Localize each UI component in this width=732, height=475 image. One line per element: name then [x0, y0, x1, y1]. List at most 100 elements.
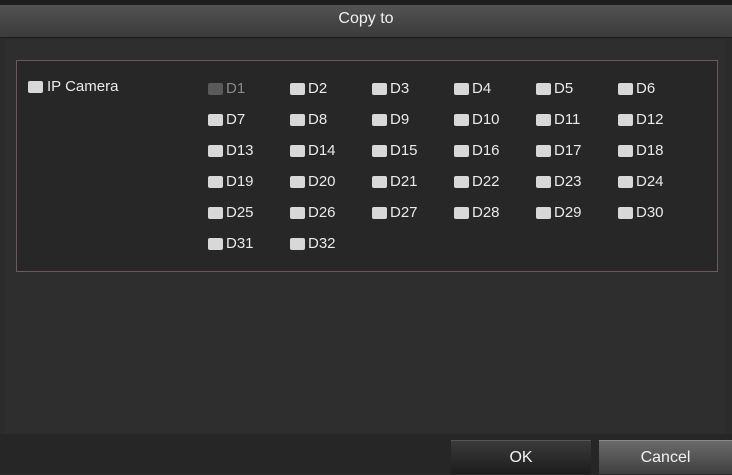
ip-camera-checkbox-box[interactable] — [28, 81, 43, 94]
channel-checkbox-box[interactable] — [536, 83, 551, 96]
dialog-title: Copy to — [338, 10, 394, 27]
channel-checkbox-d16[interactable]: D16 — [454, 142, 534, 162]
channel-checkbox-box[interactable] — [618, 114, 633, 127]
channel-label: D12 — [636, 111, 664, 128]
channel-label: D27 — [390, 204, 418, 221]
channel-label: D19 — [226, 173, 254, 190]
channel-checkbox-box[interactable] — [290, 207, 305, 220]
channel-checkbox-d18[interactable]: D18 — [618, 142, 698, 162]
channel-checkbox-box[interactable] — [536, 176, 551, 189]
channel-checkbox-d31[interactable]: D31 — [208, 235, 288, 255]
channel-checkbox-box[interactable] — [454, 176, 469, 189]
channel-label: D23 — [554, 173, 582, 190]
channel-checkbox-box[interactable] — [454, 114, 469, 127]
channel-checkbox-d26[interactable]: D26 — [290, 204, 370, 224]
channel-checkbox-d9[interactable]: D9 — [372, 111, 452, 131]
channel-checkbox-d21[interactable]: D21 — [372, 173, 452, 193]
channel-label: D24 — [636, 173, 664, 190]
channel-checkbox-d12[interactable]: D12 — [618, 111, 698, 131]
channel-checkbox-box[interactable] — [372, 145, 387, 158]
channel-checkbox-d27[interactable]: D27 — [372, 204, 452, 224]
channel-checkbox-box[interactable] — [208, 145, 223, 158]
channel-checkbox-box[interactable] — [372, 207, 387, 220]
channel-label: D29 — [554, 204, 582, 221]
channel-checkbox-d22[interactable]: D22 — [454, 173, 534, 193]
channel-checkbox-box[interactable] — [208, 114, 223, 127]
channel-label: D14 — [308, 142, 336, 159]
channel-checkbox-box[interactable] — [290, 114, 305, 127]
channel-checkbox-box[interactable] — [290, 83, 305, 96]
channel-checkbox-box — [208, 83, 223, 96]
channel-label: D18 — [636, 142, 664, 159]
channel-label: D17 — [554, 142, 582, 159]
channel-label: D26 — [308, 204, 336, 221]
channel-checkbox-box[interactable] — [454, 145, 469, 158]
channel-checkbox-d30[interactable]: D30 — [618, 204, 698, 224]
channel-checkbox-box[interactable] — [618, 83, 633, 96]
channel-checkbox-d1: D1 — [208, 80, 288, 100]
dialog-titlebar: Copy to — [0, 0, 732, 38]
channel-label: D25 — [226, 204, 254, 221]
channel-checkbox-box[interactable] — [208, 176, 223, 189]
channel-checkbox-d6[interactable]: D6 — [618, 80, 698, 100]
channel-checkbox-d24[interactable]: D24 — [618, 173, 698, 193]
channel-checkbox-d14[interactable]: D14 — [290, 142, 370, 162]
channel-checkbox-d3[interactable]: D3 — [372, 80, 452, 100]
channel-checkbox-box[interactable] — [290, 145, 305, 158]
channel-checkbox-d25[interactable]: D25 — [208, 204, 288, 224]
channel-checkbox-d32[interactable]: D32 — [290, 235, 370, 255]
channel-checkbox-d17[interactable]: D17 — [536, 142, 616, 162]
channel-label: D22 — [472, 173, 500, 190]
channel-checkbox-d2[interactable]: D2 — [290, 80, 370, 100]
channel-checkbox-d23[interactable]: D23 — [536, 173, 616, 193]
channel-label: D13 — [226, 142, 254, 159]
channel-label: D5 — [554, 80, 574, 97]
channel-label: D2 — [308, 80, 328, 97]
channel-label: D3 — [390, 80, 410, 97]
channel-checkbox-box[interactable] — [536, 114, 551, 127]
channel-checkbox-d29[interactable]: D29 — [536, 204, 616, 224]
channel-checkbox-box[interactable] — [208, 207, 223, 220]
channel-checkbox-box[interactable] — [618, 145, 633, 158]
ok-button[interactable]: OK — [451, 440, 591, 474]
channel-checkbox-box[interactable] — [372, 114, 387, 127]
channel-checkbox-box[interactable] — [536, 145, 551, 158]
channel-checkbox-box[interactable] — [618, 207, 633, 220]
channel-checkbox-box[interactable] — [290, 176, 305, 189]
channel-checkbox-box[interactable] — [372, 176, 387, 189]
channel-label: D7 — [226, 111, 246, 128]
channel-checkbox-d19[interactable]: D19 — [208, 173, 288, 193]
channel-checkbox-d11[interactable]: D11 — [536, 111, 616, 131]
channel-checkbox-box[interactable] — [290, 238, 305, 251]
channel-checkbox-d7[interactable]: D7 — [208, 111, 288, 131]
channel-label: D20 — [308, 173, 336, 190]
channel-checkbox-box[interactable] — [536, 207, 551, 220]
ip-camera-checkbox[interactable]: IP Camera — [28, 78, 118, 95]
channel-checkbox-d20[interactable]: D20 — [290, 173, 370, 193]
channel-label: D32 — [308, 235, 336, 252]
channel-checkbox-box[interactable] — [454, 207, 469, 220]
channel-checkbox-box[interactable] — [454, 83, 469, 96]
channel-checkbox-box[interactable] — [618, 176, 633, 189]
channel-checkbox-d8[interactable]: D8 — [290, 111, 370, 131]
channel-label: D10 — [472, 111, 500, 128]
channel-label: D31 — [226, 235, 254, 252]
channel-label: D11 — [554, 111, 581, 128]
channel-label: D30 — [636, 204, 664, 221]
channel-label: D9 — [390, 111, 410, 128]
channel-label: D21 — [390, 173, 418, 190]
channel-checkbox-d15[interactable]: D15 — [372, 142, 452, 162]
channel-checkbox-d10[interactable]: D10 — [454, 111, 534, 131]
channel-checkbox-box[interactable] — [372, 83, 387, 96]
channel-checkbox-d5[interactable]: D5 — [536, 80, 616, 100]
channel-label: D16 — [472, 142, 500, 159]
channel-label: D6 — [636, 80, 656, 97]
channel-checkbox-box[interactable] — [208, 238, 223, 251]
channel-checkbox-d28[interactable]: D28 — [454, 204, 534, 224]
channel-checkbox-d4[interactable]: D4 — [454, 80, 534, 100]
channel-checkbox-d13[interactable]: D13 — [208, 142, 288, 162]
channel-label: D8 — [308, 111, 328, 128]
channel-label: D1 — [226, 80, 246, 97]
titlebar-top-strip — [0, 0, 732, 5]
cancel-button[interactable]: Cancel — [599, 440, 732, 474]
